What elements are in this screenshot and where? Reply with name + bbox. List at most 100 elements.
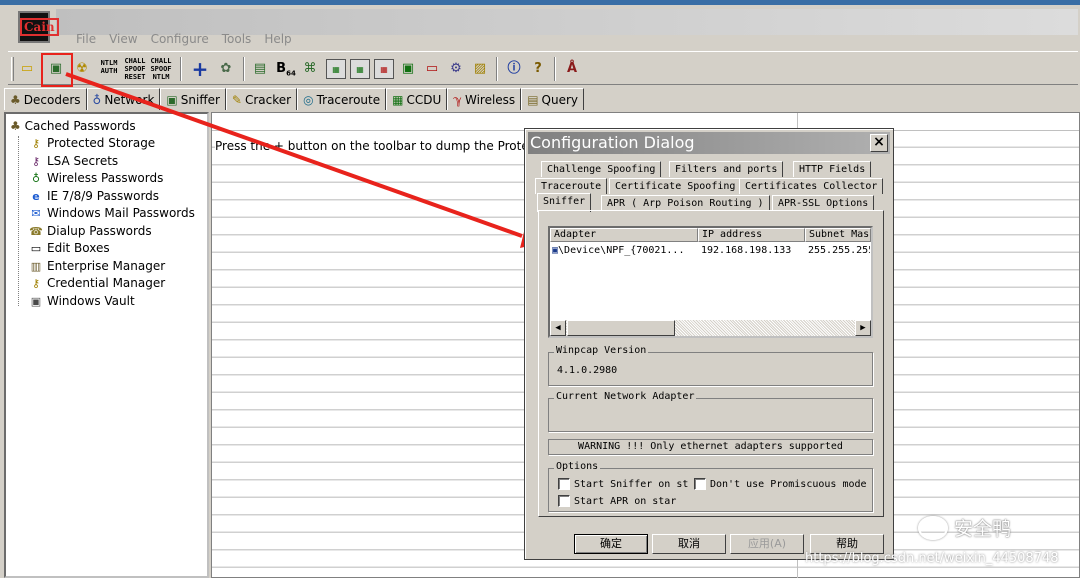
close-button[interactable]: × xyxy=(870,134,888,152)
rdp-icon[interactable]: ▦ xyxy=(374,59,394,79)
tree-item-edit-boxes[interactable]: ▭ Edit Boxes xyxy=(28,241,110,255)
tree-connector xyxy=(18,136,19,306)
lsa-icon[interactable]: ▣ xyxy=(398,59,418,79)
decoder-tree[interactable]: ♣ Cached Passwords ⚷ Protected Storage ⚷ L… xyxy=(4,112,209,578)
info-icon[interactable]: ⓘ xyxy=(504,59,524,79)
menu-help[interactable]: Help xyxy=(264,32,291,46)
cracker-icon: ✎ xyxy=(231,92,242,107)
cisco-icon[interactable]: ▭ xyxy=(422,59,442,79)
menu-list: File View Configure Tools Help xyxy=(76,32,292,46)
toolbar-separator xyxy=(554,57,556,81)
toolbar-separator xyxy=(180,57,182,81)
tree-item-protected-storage[interactable]: ⚷ Protected Storage xyxy=(28,136,155,150)
tab-apr[interactable]: APR ( Arp Poison Routing ) xyxy=(601,195,770,211)
wireless-icon: ℽ xyxy=(453,92,462,107)
remove-icon[interactable]: ✿ xyxy=(216,59,236,79)
key-icon: ⚷ xyxy=(31,136,41,150)
tab-traceroute[interactable]: ◎ Traceroute xyxy=(297,88,387,110)
tree-item-dialup-passwords[interactable]: ☎ Dialup Passwords xyxy=(28,224,151,238)
rsa-icon[interactable]: ▦ xyxy=(326,59,346,79)
cancel-button[interactable]: 取消 xyxy=(652,534,726,554)
scroll-left-icon[interactable]: ◀ xyxy=(550,320,566,336)
tab-http-fields[interactable]: HTTP Fields xyxy=(793,161,872,177)
menu-tools[interactable]: Tools xyxy=(222,32,252,46)
list-message: Press the + button on the toolbar to dum… xyxy=(215,139,535,153)
tab-ccdu[interactable]: ▦ CCDU xyxy=(386,88,448,110)
tree-item-lsa-secrets[interactable]: ⚷ LSA Secrets xyxy=(28,154,118,168)
menu-file[interactable]: File xyxy=(76,32,96,46)
decoders-icon: ♣ xyxy=(10,119,21,133)
tree-root-cached-passwords[interactable]: ♣ Cached Passwords xyxy=(10,119,136,133)
adapter-row[interactable]: ▣\Device\NPF_{70021... xyxy=(552,245,698,257)
horizontal-scrollbar[interactable]: ◀ ▶ xyxy=(550,320,871,336)
col-subnet-mask[interactable]: Subnet Mask xyxy=(805,228,871,242)
tab-wireless[interactable]: ℽ Wireless xyxy=(447,88,522,110)
tab-decoders[interactable]: ♣ Decoders xyxy=(4,88,87,110)
start-apr-checkbox[interactable]: Start APR on star xyxy=(558,495,676,507)
winpcap-version: 4.1.0.2980 xyxy=(557,365,618,376)
toolbar-grip[interactable] xyxy=(11,57,14,81)
tab-query[interactable]: ▤ Query xyxy=(521,88,584,110)
tab-certificate-spoofing[interactable]: Certificate Spoofing xyxy=(609,178,742,194)
ntlm-auth-icon[interactable]: NTLM AUTH xyxy=(97,59,121,79)
add-icon[interactable]: + xyxy=(190,59,210,79)
tree-item-windows-vault[interactable]: ▣ Windows Vault xyxy=(28,294,135,308)
hash-icon[interactable]: ⌘ xyxy=(300,59,320,79)
tab-traceroute[interactable]: Traceroute xyxy=(535,178,608,194)
key-icon: ⚷ xyxy=(31,276,41,290)
configuration-dialog: Configuration Dialog × Challenge Spoofin… xyxy=(524,128,894,560)
tree-item-enterprise-manager[interactable]: ▥ Enterprise Manager xyxy=(28,259,165,273)
toolbar-separator xyxy=(496,57,498,81)
decoders-icon: ♣ xyxy=(10,92,21,107)
dump-icon[interactable]: ▤ xyxy=(250,59,270,79)
options-label: Options xyxy=(554,461,601,472)
tab-filters-and-ports[interactable]: Filters and ports xyxy=(669,161,784,177)
no-promiscuous-checkbox[interactable]: Don't use Promiscuous mode xyxy=(694,478,867,490)
tree-item-credential-manager[interactable]: ⚷ Credential Manager xyxy=(28,276,165,290)
checkbox-icon[interactable] xyxy=(558,495,570,507)
checkbox-icon[interactable] xyxy=(694,478,706,490)
app-logo: Cain xyxy=(18,11,59,43)
winpcap-label: Winpcap Version xyxy=(554,345,649,356)
traceroute-icon: ◎ xyxy=(303,92,314,107)
exit-icon[interactable]: Å xyxy=(562,59,582,79)
chall-spoof-reset-icon[interactable]: CHALL SPOOF RESET xyxy=(123,57,147,81)
scroll-right-icon[interactable]: ▶ xyxy=(855,320,871,336)
start-sniffer-checkbox[interactable]: Start Sniffer on st xyxy=(558,478,688,490)
ok-button[interactable]: 确定 xyxy=(574,534,648,554)
tab-challenge-spoofing[interactable]: Challenge Spoofing xyxy=(541,161,662,177)
col-ip-address[interactable]: IP address xyxy=(698,228,805,242)
apr-start-icon[interactable]: ☢ xyxy=(72,59,92,79)
options-group: Options Start Sniffer on st Don't use Pr… xyxy=(548,461,873,512)
col-adapter[interactable]: Adapter xyxy=(550,228,698,242)
help-icon[interactable]: ? xyxy=(528,59,548,79)
tree-item-wireless-passwords[interactable]: ♁ Wireless Passwords xyxy=(28,171,163,185)
menu-view[interactable]: View xyxy=(109,32,137,46)
adapter-list[interactable]: Adapter IP address Subnet Mask ▣\Device\… xyxy=(548,226,873,338)
tab-network[interactable]: ♁ Network xyxy=(86,88,161,110)
tab-apr-ssl-options[interactable]: APR-SSL Options xyxy=(772,195,875,211)
ccdu-icon: ▦ xyxy=(392,92,404,107)
tab-sniffer[interactable]: ▣ Sniffer xyxy=(160,88,226,110)
keylog-icon[interactable]: ▨ xyxy=(470,59,490,79)
network-icon[interactable]: ⚙ xyxy=(446,59,466,79)
menu-configure[interactable]: Configure xyxy=(151,32,209,46)
current-adapter-label: Current Network Adapter xyxy=(554,391,697,402)
tab-cracker[interactable]: ✎ Cracker xyxy=(225,88,298,110)
phone-icon: ☎ xyxy=(29,224,43,238)
tree-item-windows-mail-passwords[interactable]: ✉ Windows Mail Passwords xyxy=(28,206,194,220)
key-icon: ⚷ xyxy=(31,154,41,168)
sniffer-icon: ▣ xyxy=(166,92,178,107)
open-icon[interactable]: ▭ xyxy=(17,59,37,79)
vnc-icon[interactable]: ▦ xyxy=(350,59,370,79)
apply-button[interactable]: 应用(A) xyxy=(730,534,804,554)
chall-spoof-ntlm-icon[interactable]: CHALL SPOOF NTLM xyxy=(149,57,173,81)
wechat-icon xyxy=(918,515,948,540)
tree-item-ie-passwords[interactable]: e IE 7/8/9 Passwords xyxy=(28,189,159,203)
sniffer-button-highlight xyxy=(41,53,73,87)
checkbox-icon[interactable] xyxy=(558,478,570,490)
base64-icon[interactable]: B64 xyxy=(276,59,296,79)
watermark-brand: 安全鸭 xyxy=(918,514,1011,541)
scroll-thumb[interactable] xyxy=(567,320,675,336)
tab-certificates-collector[interactable]: Certificates Collector xyxy=(739,178,884,194)
